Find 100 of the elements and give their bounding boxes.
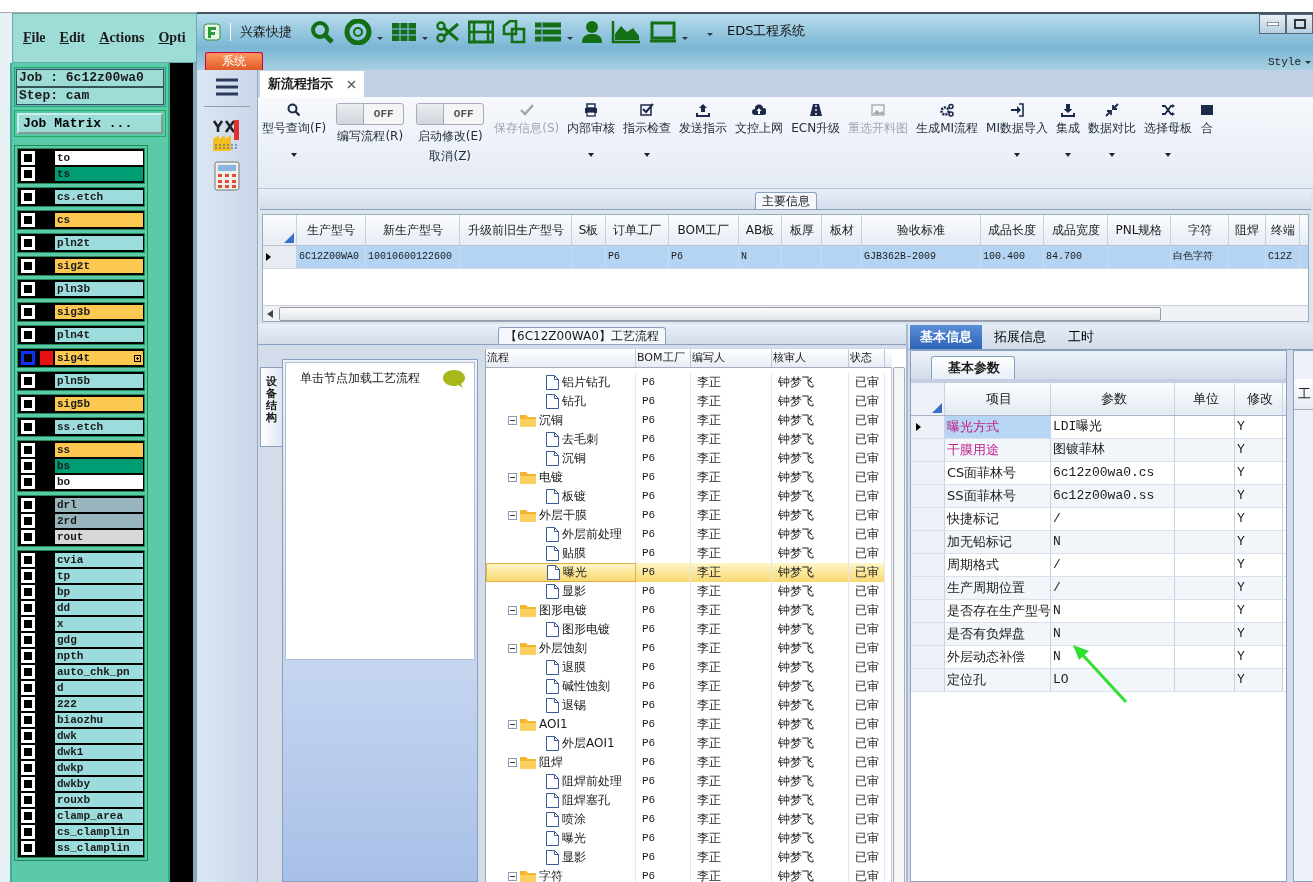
layer-name[interactable]: pln2t <box>55 236 143 250</box>
layer-name[interactable]: cs <box>55 213 143 227</box>
menu-item[interactable]: Opti <box>158 30 186 46</box>
layer-name[interactable]: ss.etch <box>55 420 143 434</box>
layer-name[interactable]: rout <box>55 530 143 544</box>
layer-name[interactable]: sig3b <box>55 305 143 319</box>
layer-name[interactable]: cs_clamplin <box>55 825 143 839</box>
layer-name[interactable]: dwk <box>55 729 143 743</box>
style-menu[interactable]: Style <box>1268 56 1301 68</box>
layer-name[interactable]: ts <box>55 167 143 181</box>
table-row[interactable]: 生产周期位置 / Y <box>911 577 1286 600</box>
collapse-icon[interactable] <box>508 720 517 729</box>
column-header[interactable]: 新生产型号 <box>366 215 460 245</box>
column-header[interactable]: 板厚 <box>782 215 822 245</box>
collapse-icon[interactable] <box>508 758 517 767</box>
ribbon-button[interactable]: MI数据导入 <box>982 103 1052 188</box>
calculator-icon[interactable] <box>214 161 240 191</box>
tree-row[interactable]: 退膜 P6 李正 钟梦飞 已审 <box>486 658 892 677</box>
column-header[interactable]: 生产型号 <box>297 215 366 245</box>
layer-name[interactable]: npth <box>55 649 143 663</box>
layer-name[interactable]: drl <box>55 498 143 512</box>
search-icon[interactable] <box>310 20 336 44</box>
menu-icon[interactable] <box>216 78 238 96</box>
ribbon-button[interactable]: ECN升级 <box>787 103 845 188</box>
tree-row[interactable]: AOI1 P6 李正 钟梦飞 已审 <box>486 715 892 734</box>
layer-name[interactable]: bs <box>55 459 143 473</box>
layer-name[interactable]: x <box>55 617 143 631</box>
tree-row[interactable]: 显影 P6 李正 钟梦飞 已审 <box>486 848 892 867</box>
tree-row[interactable]: 外层蚀刻 P6 李正 钟梦飞 已审 <box>486 639 892 658</box>
close-icon[interactable] <box>347 79 356 89</box>
ribbon-button[interactable]: 集成 <box>1052 103 1084 188</box>
tree-row[interactable]: 碱性蚀刻 P6 李正 钟梦飞 已审 <box>486 677 892 696</box>
expand-icon[interactable] <box>134 355 141 362</box>
side-tab[interactable]: 设备结构 <box>260 367 282 447</box>
table-row[interactable]: 干膜用途 图镀菲林 Y <box>911 439 1286 462</box>
layer-name[interactable]: biaozhu <box>55 713 143 727</box>
column-header[interactable]: 参数 <box>1051 383 1175 415</box>
column-header[interactable]: 单位 <box>1175 383 1235 415</box>
scroll-left-icon[interactable] <box>267 309 273 318</box>
job-matrix-button[interactable]: Job Matrix ... <box>17 113 163 134</box>
column-header[interactable]: BOM工厂 <box>669 215 739 245</box>
tree-row[interactable]: 板镀 P6 李正 钟梦飞 已审 <box>486 487 892 506</box>
menu-item[interactable]: Edit <box>59 30 86 46</box>
layer-name[interactable]: sig2t <box>55 259 143 273</box>
ribbon-button[interactable]: 生成MI流程 <box>912 103 983 188</box>
person-icon[interactable] <box>581 20 603 44</box>
column-header[interactable]: 编写人 <box>691 349 772 367</box>
layer-name[interactable]: 2rd <box>55 514 143 528</box>
layer-name[interactable]: dd <box>55 601 143 615</box>
copy-icon[interactable] <box>502 20 526 44</box>
tree-row[interactable]: 阻焊 P6 李正 钟梦飞 已审 <box>486 753 892 772</box>
layer-name[interactable]: d <box>55 681 143 695</box>
horizontal-scrollbar[interactable] <box>263 305 1308 321</box>
tree-row[interactable]: 外层干膜 P6 李正 钟梦飞 已审 <box>486 506 892 525</box>
ribbon-button[interactable]: 合 <box>1196 103 1218 188</box>
layer-name[interactable]: auto_chk_pn <box>55 665 143 679</box>
layer-name[interactable]: sig4t <box>55 351 143 365</box>
lifebuoy-icon[interactable] <box>344 19 372 45</box>
column-header[interactable]: 阻焊 <box>1229 215 1266 245</box>
toggle-switch[interactable]: OFF <box>336 103 405 125</box>
tree-row[interactable]: 图形电镀 P6 李正 钟梦飞 已审 <box>486 620 892 639</box>
tree-row[interactable]: 去毛刺 P6 李正 钟梦飞 已审 <box>486 430 892 449</box>
menu-item[interactable]: Actions <box>99 30 145 46</box>
layer-name[interactable]: sig5b <box>55 397 143 411</box>
layer-name[interactable]: rouxb <box>55 793 143 807</box>
ribbon-button[interactable]: 指示检查 <box>619 103 676 188</box>
tree-row[interactable]: 喷涂 P6 李正 钟梦飞 已审 <box>486 810 892 829</box>
tree-row[interactable]: 钻孔 P6 李正 钟梦飞 已审 <box>486 392 892 411</box>
layer-name[interactable]: pln4t <box>55 328 143 342</box>
table-row[interactable]: 加无铅标记 N Y <box>911 531 1286 554</box>
collapse-icon[interactable] <box>508 473 517 482</box>
column-header[interactable]: 成品长度 <box>981 215 1044 245</box>
layer-name[interactable]: 222 <box>55 697 143 711</box>
ribbon-button[interactable]: 型号查询(F) <box>258 103 331 188</box>
table-row[interactable]: 6C12Z00WA0 10010600122600 P6 P6 N GJB362B-2009 100.400 84.700 白色字符 C12Z <box>263 246 1308 269</box>
maximize-button[interactable] <box>1286 14 1313 34</box>
table-row[interactable]: 定位孔 LO Y <box>911 669 1286 692</box>
vertical-scrollbar[interactable] <box>891 367 906 882</box>
tree-row[interactable]: 铝片钻孔 P6 李正 钟梦飞 已审 <box>486 373 892 392</box>
tree-row[interactable]: 退锡 P6 李正 钟梦飞 已审 <box>486 696 892 715</box>
tree-row[interactable]: 曝光 P6 李正 钟梦飞 已审 <box>486 563 892 582</box>
layer-name[interactable]: ss <box>55 443 143 457</box>
layer-name[interactable]: dwkby <box>55 777 143 791</box>
column-header[interactable]: 流程 <box>486 349 636 367</box>
quick-access-label[interactable]: 兴森快捷 <box>240 23 292 41</box>
table-row[interactable]: SS面菲林号 6c12z00wa0.ss Y <box>911 485 1286 508</box>
factory-icon[interactable] <box>212 117 242 151</box>
column-header[interactable]: AB板 <box>739 215 782 245</box>
layer-name[interactable]: cs.etch <box>55 190 143 204</box>
list-icon[interactable] <box>534 22 562 42</box>
column-header[interactable]: 修改 <box>1235 383 1283 415</box>
tree-row[interactable]: 阻焊前处理 P6 李正 钟梦飞 已审 <box>486 772 892 791</box>
layer-name[interactable]: dwk1 <box>55 745 143 759</box>
column-header[interactable]: 核审人 <box>772 349 849 367</box>
column-header[interactable]: 状态 <box>849 349 885 367</box>
menu-item[interactable]: File <box>23 30 46 46</box>
tab[interactable]: 工时 <box>1058 325 1104 349</box>
tree-row[interactable]: 外层AOI1 P6 李正 钟梦飞 已审 <box>486 734 892 753</box>
ribbon-button[interactable]: 选择母板 <box>1140 103 1196 188</box>
document-tab[interactable]: 新流程指示 <box>260 71 364 97</box>
